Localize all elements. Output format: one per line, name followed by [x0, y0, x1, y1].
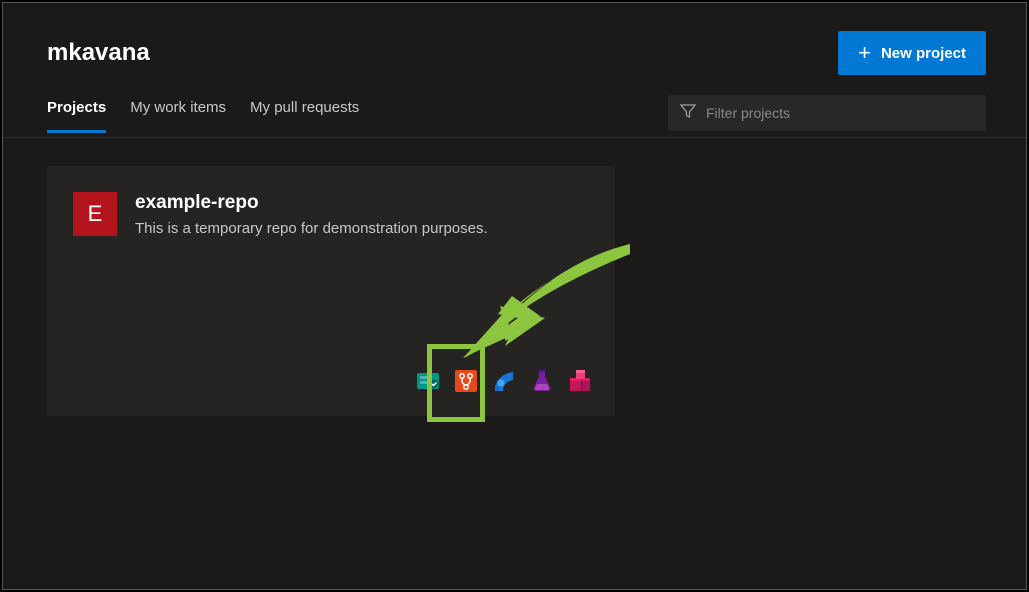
- filter-projects-box[interactable]: [668, 95, 986, 131]
- filter-icon: [680, 103, 696, 124]
- new-project-button[interactable]: + New project: [838, 31, 986, 75]
- tab-my-pull-requests[interactable]: My pull requests: [250, 99, 359, 133]
- filter-projects-input[interactable]: [706, 105, 974, 121]
- service-icons-row: [413, 366, 595, 396]
- tab-projects[interactable]: Projects: [47, 99, 106, 133]
- organization-title: mkavana: [47, 39, 150, 67]
- artifacts-icon[interactable]: [565, 366, 595, 396]
- boards-icon[interactable]: [413, 366, 443, 396]
- project-description: This is a temporary repo for demonstrati…: [135, 220, 589, 237]
- pipelines-icon[interactable]: [489, 366, 519, 396]
- project-avatar: E: [73, 192, 117, 236]
- new-project-label: New project: [881, 45, 966, 62]
- plus-icon: +: [858, 42, 871, 64]
- repos-icon[interactable]: [451, 366, 481, 396]
- annotation-arrow-icon: [450, 236, 640, 366]
- tab-my-work-items[interactable]: My work items: [130, 99, 226, 133]
- project-name: example-repo: [135, 192, 589, 214]
- tabs-container: Projects My work items My pull requests: [47, 99, 359, 133]
- test-plans-icon[interactable]: [527, 366, 557, 396]
- project-card[interactable]: E example-repo This is a temporary repo …: [47, 166, 615, 416]
